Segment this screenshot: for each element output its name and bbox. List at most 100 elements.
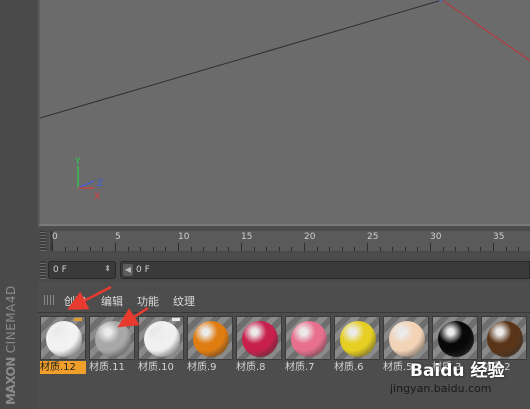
timeline-minor-tick — [455, 247, 457, 251]
material-sphere-icon — [487, 321, 523, 357]
material-label: 材质.8 — [236, 362, 266, 373]
x-axis-line — [441, 0, 530, 62]
timeline-minor-tick — [316, 247, 318, 251]
frame-row-grip[interactable] — [40, 261, 46, 279]
material-thumbnail[interactable] — [285, 316, 331, 360]
frame-range-slider[interactable]: ◀ 0 F — [120, 261, 530, 279]
timeline-tick-label: 5 — [115, 232, 121, 242]
material-swatch[interactable]: 材质.12 — [40, 316, 86, 376]
timeline-tick-label: 15 — [241, 232, 253, 242]
timeline-minor-tick — [203, 247, 205, 251]
range-value: 0 F — [136, 265, 150, 275]
timeline-minor-tick — [89, 247, 91, 251]
menu-grip-icon[interactable] — [44, 295, 56, 305]
timeline-minor-tick — [77, 247, 79, 251]
material-label: 材质.11 — [89, 362, 125, 373]
material-flag-icon — [172, 318, 180, 321]
material-sphere-icon — [438, 321, 474, 357]
material-sphere-icon — [95, 321, 131, 357]
material-sphere-icon — [242, 321, 278, 357]
timeline-tick — [241, 243, 242, 251]
material-thumbnail[interactable] — [138, 316, 184, 360]
timeline-tick-label: 25 — [367, 232, 379, 242]
material-thumbnail[interactable] — [334, 316, 380, 360]
menu-create[interactable]: 创建 — [64, 293, 86, 309]
watermark: Baidu 经验 jingyan.baidu.com — [388, 354, 530, 409]
material-thumbnail[interactable] — [40, 316, 86, 360]
timeline-tick — [304, 243, 305, 251]
timeline-minor-tick — [480, 247, 482, 251]
timeline-tick-label: 20 — [304, 232, 316, 242]
axis-gizmo: Y Z X — [74, 157, 103, 202]
timeline-minor-tick — [152, 247, 154, 251]
timeline-minor-tick — [228, 247, 230, 251]
timeline-tick-label: 10 — [178, 232, 190, 242]
timeline-minor-tick — [140, 247, 142, 251]
timeline-minor-tick — [266, 247, 268, 251]
material-swatch[interactable]: 材质.8 — [236, 316, 282, 376]
material-sphere-icon — [46, 321, 82, 357]
timeline-minor-tick — [127, 247, 129, 251]
frame-controls: 0 F ⬍ ◀ 0 F — [38, 258, 530, 282]
menu-function[interactable]: 功能 — [137, 293, 159, 309]
timeline-minor-tick — [64, 247, 66, 251]
timeline-minor-tick — [354, 247, 356, 251]
timeline-minor-tick — [278, 247, 280, 251]
timeline-ruler[interactable]: 0 5 10 15 20 25 30 35 — [49, 231, 530, 251]
material-sphere-icon — [193, 321, 229, 357]
material-swatch[interactable]: 材质.7 — [285, 316, 331, 376]
timeline-grip[interactable] — [40, 231, 46, 251]
brand-maxon: MAXON — [4, 357, 18, 405]
timeline-minor-tick — [253, 247, 255, 251]
timeline-tick-label: 35 — [493, 232, 505, 242]
timeline-minor-tick — [329, 247, 331, 251]
timeline-tick — [115, 243, 116, 251]
timeline-minor-tick — [215, 247, 217, 251]
material-label: 材质.6 — [334, 362, 364, 373]
timeline-tick — [430, 243, 431, 251]
material-label: 材质.7 — [285, 362, 315, 373]
material-sphere-icon — [291, 321, 327, 357]
timeline-tick — [52, 243, 53, 251]
material-swatch[interactable]: 材质.11 — [89, 316, 135, 376]
brand-strip: MAXON CINEMA4D — [0, 0, 38, 409]
material-thumbnail[interactable] — [236, 316, 282, 360]
material-thumbnail[interactable] — [187, 316, 233, 360]
origin-dot — [439, 0, 443, 2]
z-axis-label: Z — [97, 179, 103, 189]
material-thumbnail[interactable] — [89, 316, 135, 360]
timeline-minor-tick — [518, 247, 520, 251]
timeline-minor-tick — [392, 247, 394, 251]
spinner-icon[interactable]: ⬍ — [104, 264, 111, 273]
material-menu-bar: 创建 编辑 功能 纹理 — [38, 287, 530, 313]
current-frame-field[interactable]: 0 F ⬍ — [48, 261, 116, 279]
watermark-url: jingyan.baidu.com — [390, 382, 492, 395]
timeline-minor-tick — [102, 247, 104, 251]
watermark-logo: Baidu 经验 — [410, 361, 505, 381]
timeline-minor-tick — [404, 247, 406, 251]
timeline-minor-tick — [442, 247, 444, 251]
menu-edit[interactable]: 编辑 — [101, 293, 123, 309]
material-swatch[interactable]: 材质.6 — [334, 316, 380, 376]
timeline-tick — [367, 243, 368, 251]
timeline[interactable]: 0 5 10 15 20 25 30 35 — [38, 229, 530, 253]
z-axis-icon — [77, 180, 95, 189]
brand-product: CINEMA4D — [4, 285, 18, 354]
timeline-minor-tick — [190, 247, 192, 251]
x-axis-label: X — [94, 192, 100, 202]
material-label: 材质.10 — [138, 362, 174, 373]
material-swatch[interactable]: 材质.10 — [138, 316, 184, 376]
timeline-tick-label: 30 — [430, 232, 442, 242]
timeline-minor-tick — [291, 247, 293, 251]
material-label: 材质.12 — [40, 361, 86, 374]
timeline-tick — [178, 243, 179, 251]
range-handle-icon[interactable]: ◀ — [123, 264, 133, 276]
material-flag-icon — [74, 318, 82, 321]
viewport[interactable]: Y Z X — [38, 0, 530, 226]
material-swatch[interactable]: 材质.9 — [187, 316, 233, 376]
menu-texture[interactable]: 纹理 — [173, 293, 195, 309]
timeline-minor-tick — [165, 247, 167, 251]
brand-logo: MAXON CINEMA4D — [2, 285, 19, 405]
viewport-scene: Y Z X — [40, 0, 530, 202]
material-sphere-icon — [340, 321, 376, 357]
